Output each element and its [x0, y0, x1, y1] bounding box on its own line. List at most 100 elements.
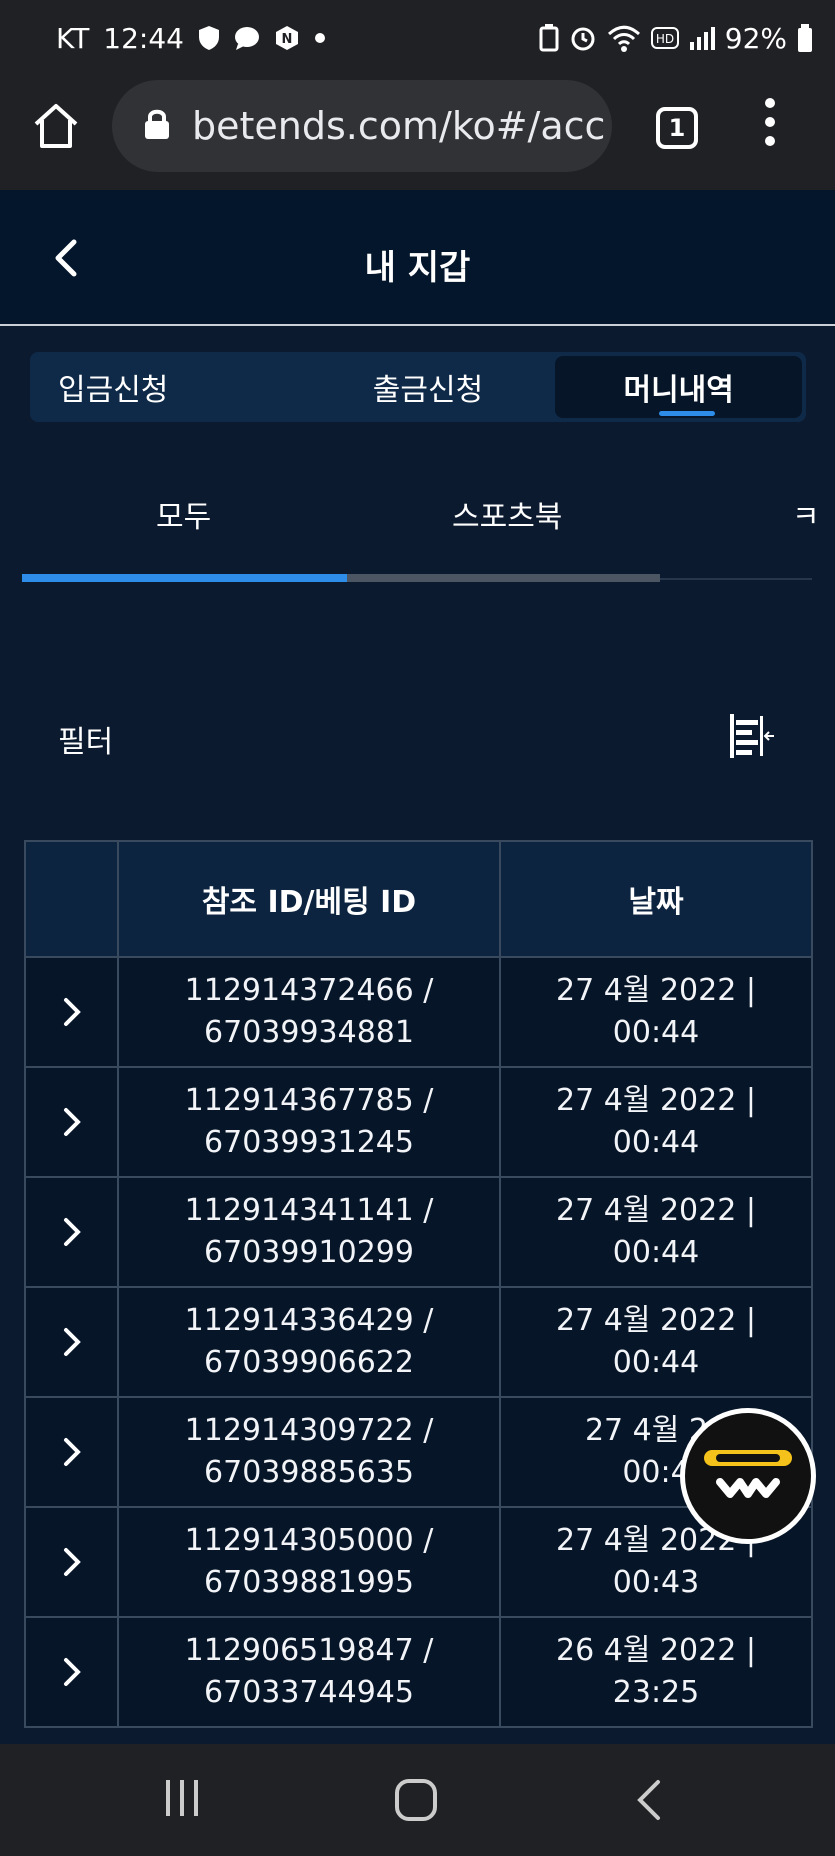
- date: 27 4월 2022 |: [556, 1083, 756, 1118]
- expand-row-icon[interactable]: [24, 956, 119, 1068]
- battery-percent: 92%: [724, 21, 787, 55]
- url-text[interactable]: betends.com/ko#/acc: [192, 104, 605, 148]
- bet-id: 67039910299: [204, 1235, 414, 1270]
- expand-row-icon[interactable]: [24, 1066, 119, 1178]
- expand-row-icon[interactable]: [24, 1506, 119, 1618]
- filter-toggle-icon[interactable]: [728, 712, 776, 760]
- column-header-expand: [24, 840, 119, 958]
- tab-withdraw[interactable]: 출금신청: [305, 352, 552, 422]
- date-cell: 27 4월 2022 | 00:44: [499, 1066, 813, 1178]
- battery-icon: [797, 24, 813, 52]
- date: 26 4월 2022 |: [556, 1633, 756, 1668]
- more-menu-icon[interactable]: [760, 98, 780, 154]
- tab-money-history[interactable]: 머니내역: [555, 356, 803, 418]
- svg-text:HD: HD: [656, 32, 674, 46]
- page-header: 내 지갑: [0, 190, 835, 326]
- home-icon[interactable]: [32, 102, 80, 150]
- column-header-date: 날짜: [499, 840, 813, 958]
- bet-id: 67039906622: [204, 1345, 414, 1380]
- ref-id-cell: 112914341141 / 67039910299: [117, 1176, 501, 1288]
- date: 27 4월 2022 |: [556, 973, 756, 1008]
- ref-id-cell: 112906519847 / 67033744945: [117, 1616, 501, 1728]
- home-nav-icon[interactable]: [394, 1778, 438, 1826]
- time: 00:43: [612, 1565, 700, 1600]
- recent-apps-icon[interactable]: [162, 1778, 202, 1822]
- tab-deposit[interactable]: 입금신청: [30, 352, 305, 422]
- bet-id: 67039931245: [204, 1125, 414, 1160]
- bet-id: 67033744945: [204, 1675, 414, 1710]
- table-row[interactable]: 112914336429 / 67039906622 27 4월 2022 | 00…: [24, 1286, 813, 1398]
- lock-icon: [144, 108, 170, 144]
- clock: 12:44: [103, 21, 184, 55]
- alarm-icon: [569, 24, 597, 52]
- ref-id-cell: 112914309722 / 67039885635: [117, 1396, 501, 1508]
- bet-id: 67039885635: [204, 1455, 414, 1490]
- signal-icon: [689, 26, 715, 50]
- category-tabs: 모두 스포츠북 ㅋ: [22, 480, 820, 582]
- ref-id-cell: 112914336429 / 67039906622: [117, 1286, 501, 1398]
- time: 23:25: [612, 1675, 700, 1710]
- ref-id: 112914309722 /: [184, 1413, 434, 1448]
- expand-row-icon[interactable]: [24, 1616, 119, 1728]
- wifi-icon: [607, 24, 641, 52]
- time: 00:44: [612, 1235, 700, 1270]
- tab-label: 입금신청: [58, 373, 169, 408]
- back-nav-icon[interactable]: [634, 1778, 664, 1826]
- date-cell: 26 4월 2022 | 23:25: [499, 1616, 813, 1728]
- time: 00:44: [612, 1345, 700, 1380]
- ref-id-cell: 112914372466 / 67039934881: [117, 956, 501, 1068]
- ref-id-cell: 112914305000 / 67039881995: [117, 1506, 501, 1618]
- time: 00:44: [612, 1015, 700, 1050]
- table-row[interactable]: 112906519847 / 67033744945 26 4월 2022 | 23…: [24, 1616, 813, 1728]
- date-cell: 27 4월 2022 | 00:44: [499, 1286, 813, 1398]
- notification-dot-icon: [314, 32, 326, 44]
- recycle-battery-icon: [539, 24, 559, 52]
- subtab-sportsbook[interactable]: 스포츠북: [452, 492, 562, 536]
- table-row[interactable]: 112914305000 /67039881995 27 4월 2022 | 00…: [24, 1506, 813, 1618]
- address-bar[interactable]: betends.com/ko#/acc: [112, 80, 612, 172]
- expand-row-icon[interactable]: [24, 1176, 119, 1288]
- ref-id: 112914336429 /: [184, 1303, 434, 1338]
- tab-label: 출금신청: [372, 373, 484, 408]
- hd-icon: HD: [650, 27, 679, 49]
- filter-label[interactable]: 필터: [58, 717, 113, 761]
- browser-toolbar: betends.com/ko#/acc 1: [0, 76, 835, 190]
- n-app-icon: N: [274, 25, 300, 51]
- bet-id: 67039934881: [204, 1015, 414, 1050]
- wallet-tabs: 입금신청 출금신청 머니내역: [30, 352, 806, 422]
- money-history-table: 참조 ID/베팅 ID 날짜 112914372466 / 67039934881…: [24, 840, 813, 1728]
- ref-id: 112914341141 /: [184, 1193, 434, 1228]
- system-navigation-bar: [0, 1744, 835, 1856]
- subtab-all[interactable]: 모두: [156, 492, 211, 536]
- ref-id-cell: 112914367785 / 67039931245: [117, 1066, 501, 1178]
- page-title: 내 지갑: [364, 248, 471, 288]
- chat-bubble-icon: [234, 26, 260, 50]
- live-chat-button[interactable]: [680, 1408, 816, 1544]
- date: 27 4월 2022 |: [556, 1303, 756, 1338]
- tab-label: 머니내역: [623, 373, 734, 408]
- shield-icon: [198, 25, 220, 51]
- subtab-next[interactable]: ㅋ: [792, 492, 820, 536]
- bet-id: 67039881995: [204, 1565, 414, 1600]
- date: 27 4월 2022 |: [556, 1193, 756, 1228]
- tab-switcher-button[interactable]: 1: [656, 107, 698, 149]
- ref-id: 112914305000 /: [184, 1523, 434, 1558]
- table-header-row: 참조 ID/베팅 ID 날짜: [24, 840, 813, 958]
- ref-id: 112914367785 /: [184, 1083, 434, 1118]
- svg-text:N: N: [282, 32, 293, 47]
- time: 00:44: [612, 1125, 700, 1160]
- carrier-label: KT: [56, 21, 90, 55]
- expand-row-icon[interactable]: [24, 1396, 119, 1508]
- active-tab-indicator: [659, 411, 716, 416]
- subtab-active-indicator: [22, 574, 348, 582]
- column-header-ref-id: 참조 ID/베팅 ID: [117, 840, 501, 958]
- chat-logo-icon: [704, 1450, 792, 1498]
- table-row[interactable]: 112914372466 / 67039934881 27 4월 2022 | 00…: [24, 956, 813, 1068]
- status-bar: KT 12:44 N HD 92%: [0, 0, 835, 76]
- table-row[interactable]: 112914367785 / 67039931245 27 4월 2022 | 00…: [24, 1066, 813, 1178]
- ref-id: 112914372466 /: [184, 973, 434, 1008]
- ref-id: 112906519847 /: [184, 1633, 434, 1668]
- expand-row-icon[interactable]: [24, 1286, 119, 1398]
- date-cell: 27 4월 2022 | 00:44: [499, 1176, 813, 1288]
- table-row[interactable]: 112914341141 / 67039910299 27 4월 2022 | 00…: [24, 1176, 813, 1288]
